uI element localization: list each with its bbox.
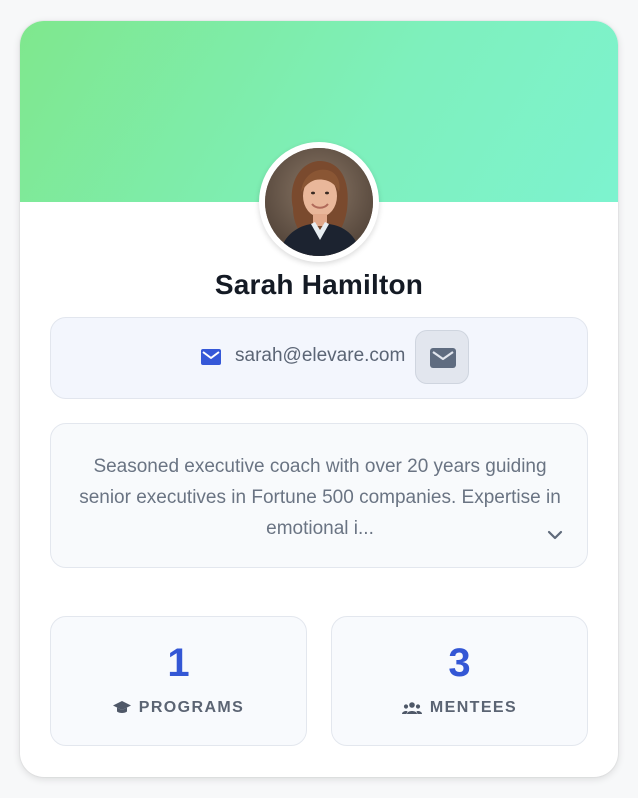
- bio-text: Seasoned executive coach with over 20 ye…: [79, 456, 561, 539]
- stat-value: 3: [448, 641, 471, 685]
- stat-label: MENTEES: [429, 699, 518, 716]
- stat-mentees: 3 MENTEES: [331, 616, 588, 746]
- send-email-button[interactable]: [415, 330, 469, 384]
- bio-box: Seasoned executive coach with over 20 ye…: [50, 423, 588, 568]
- avatar: [265, 148, 373, 256]
- avatar-photo: [265, 148, 373, 256]
- group-icon: [401, 702, 422, 714]
- mail-icon: [201, 349, 221, 365]
- chevron-down-icon[interactable]: [547, 529, 563, 541]
- profile-name: Sarah Hamilton: [214, 269, 424, 300]
- graduation-cap-icon: [112, 701, 131, 713]
- avatar-ring: [259, 142, 379, 262]
- email-address: sarah@elevare.com: [235, 345, 406, 366]
- mail-icon: [430, 348, 456, 368]
- profile-card: Sarah Hamilton sarah@elevare.com Seasone…: [20, 21, 618, 777]
- stat-label: PROGRAMS: [138, 699, 245, 716]
- stat-value: 1: [167, 641, 190, 685]
- stat-programs: 1 PROGRAMS: [50, 616, 307, 746]
- email-box: sarah@elevare.com: [50, 317, 588, 399]
